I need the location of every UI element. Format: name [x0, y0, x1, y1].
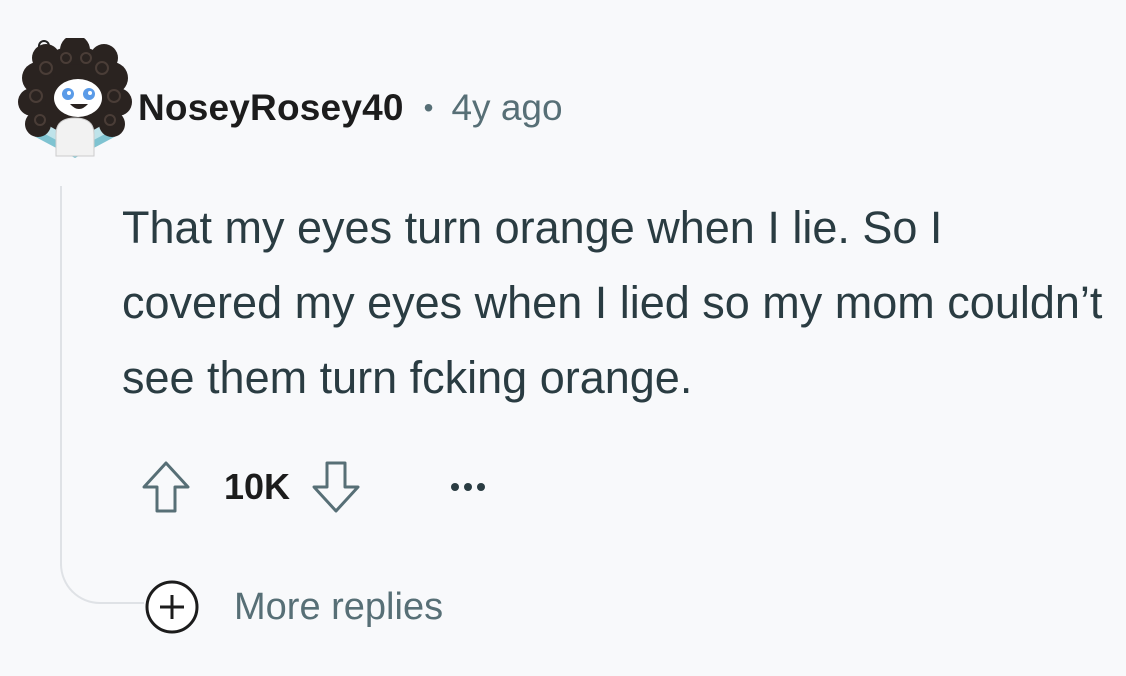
more-options-button[interactable] [438, 457, 498, 517]
arrow-up-icon [142, 461, 190, 513]
more-replies-button[interactable]: More replies [144, 578, 443, 636]
arrow-down-icon [312, 461, 360, 513]
timestamp[interactable]: 4y ago [451, 87, 562, 129]
plus-circle-icon [145, 580, 199, 634]
thread-line[interactable] [60, 186, 62, 566]
comment-meta: NoseyRosey40 • 4y ago [138, 80, 563, 136]
downvote-button[interactable] [304, 455, 368, 519]
more-replies-label: More replies [234, 585, 444, 628]
upvote-button[interactable] [134, 455, 198, 519]
meta-separator: • [423, 92, 434, 123]
username[interactable]: NoseyRosey40 [138, 87, 404, 129]
comment: NoseyRosey40 • 4y ago That my eyes turn … [0, 0, 1126, 676]
vote-score: 10K [224, 466, 291, 507]
snoo-avatar-icon[interactable] [16, 38, 134, 166]
ellipsis-icon [451, 483, 486, 491]
thread-connector [60, 560, 144, 604]
comment-actions: 10K [134, 452, 498, 522]
comment-body: That my eyes turn orange when I lie. So … [122, 202, 1103, 403]
